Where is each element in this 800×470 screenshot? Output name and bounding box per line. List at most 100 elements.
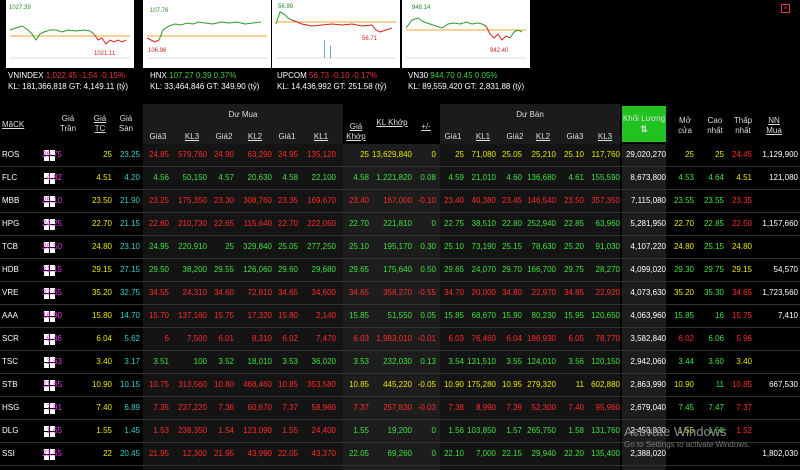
table-row[interactable]: HSG 7.91 7.40 6.89 7.35 237,220 7.36 60,670 7.37… — [0, 397, 800, 420]
col-buy-kl1[interactable]: KL1 — [306, 132, 336, 142]
cell-gk: 7.37 — [353, 403, 369, 412]
table-row[interactable]: MBB 25.10 23.50 21.90 23.25 175,350 23.30 308,7… — [0, 190, 800, 213]
cell-pm: 0.05 — [420, 311, 436, 320]
col-change[interactable]: +/- — [416, 122, 436, 132]
cell-s2: 22.80 — [501, 219, 522, 228]
col-kl-khop[interactable]: KL Khớp — [372, 118, 412, 128]
symbol-cell[interactable]: MBB — [0, 190, 40, 212]
col-mo-cua[interactable]: Mở cửa — [672, 116, 698, 136]
col-sell-gia1[interactable]: Giá1 — [440, 132, 466, 142]
cell-kk: 358,270 — [383, 288, 412, 297]
symbol-cell[interactable]: ROS — [0, 144, 40, 166]
col-buy-gia3[interactable]: Giá3 — [143, 132, 173, 142]
cell-k3: 7,500 — [186, 334, 207, 343]
col-sell-kl1[interactable]: KL1 — [470, 132, 496, 142]
cell-s2: 4.60 — [506, 173, 522, 182]
cell-k1: 135,120 — [307, 150, 336, 159]
col-sell-kl3[interactable]: KL3 — [592, 132, 618, 142]
cell-san: 3.17 — [124, 357, 140, 366]
cell-g1: 29.60 — [277, 265, 298, 274]
symbol-cell[interactable]: SSI — [0, 443, 40, 465]
cell-kk: 232,030 — [383, 357, 412, 366]
unit-label: (tỷ) — [116, 82, 129, 91]
cell-nn: 7,410 — [777, 311, 798, 320]
table-row[interactable]: TCB 26.50 24.80 23.10 24.95 220,910 25 329,840 2… — [0, 236, 800, 259]
symbol-cell[interactable]: ASM — [0, 466, 40, 470]
col-sell-gia3[interactable]: Giá3 — [562, 132, 588, 142]
cell-pm: -0.03 — [417, 403, 436, 412]
col-tran[interactable]: Giá Trần — [56, 114, 80, 134]
table-row[interactable]: STB 11.65 10.90 10.15 10.75 313,560 10.80 468,4… — [0, 374, 800, 397]
col-tc[interactable]: Giá TC — [88, 114, 112, 134]
cell-g2: 7.36 — [218, 403, 234, 412]
vn30-chart[interactable]: 948.14 942.40 — [402, 0, 530, 68]
symbol-cell[interactable]: STB — [0, 374, 40, 396]
col-sell-kl2[interactable]: KL2 — [530, 132, 556, 142]
symbol-cell[interactable]: FLC — [0, 167, 40, 189]
symbol-cell[interactable]: HDB — [0, 259, 40, 281]
cell-g3: 1.53 — [153, 426, 169, 435]
symbol-cell[interactable]: AAA — [0, 305, 40, 327]
col-nn-mua[interactable]: NN Mua — [760, 116, 788, 136]
hnx-chart[interactable]: 107.76 106.96 — [143, 0, 271, 68]
table-row[interactable]: ASM — [0, 466, 800, 470]
close-icon[interactable]: × — [781, 4, 790, 13]
col-cao-nhat[interactable]: Cao nhất — [702, 116, 728, 136]
cell-g1: 7.37 — [282, 403, 298, 412]
cell-san: 21.90 — [119, 196, 140, 205]
hnx-info: HNX 107.27 0.39 0.37% KL: 33,464,846 GT:… — [150, 70, 259, 92]
symbol-cell[interactable]: HSG — [0, 397, 40, 419]
symbol-cell[interactable]: HPG — [0, 213, 40, 235]
cell-s1: 22.10 — [443, 449, 464, 458]
col-san[interactable]: Giá Sàn — [114, 114, 138, 134]
vnindex-chart[interactable]: 1027.39 1021.11 — [6, 0, 134, 68]
cell-nn — [756, 190, 798, 212]
cell-pm — [414, 466, 436, 470]
cell-cao: 6.06 — [708, 334, 724, 343]
cell-k1: 29,680 — [311, 265, 336, 274]
col-khoi-luong[interactable]: Khối Lượng ⇅ — [622, 106, 666, 142]
cell-nn — [756, 420, 798, 442]
col-buy-gia2[interactable]: Giá2 — [209, 132, 239, 142]
cell-k2: 72,810 — [247, 288, 272, 297]
symbol-cell[interactable]: TSC — [0, 351, 40, 373]
index-value: 56.73 — [309, 71, 330, 80]
col-mack[interactable]: MãCK — [2, 120, 38, 130]
table-row[interactable]: HPG 24.25 22.70 21.15 22.60 210,730 22.65 115,6… — [0, 213, 800, 236]
upcom-chart[interactable]: 56.99 56.71 — [272, 0, 400, 68]
cell-k2: 8,310 — [251, 334, 272, 343]
cell-nn — [756, 351, 798, 373]
cell-k3: 238,350 — [178, 426, 207, 435]
table-row[interactable]: HDB 31.15 29.15 27.15 29.50 38,200 29.55 126,06… — [0, 259, 800, 282]
cell-sk3: 135,400 — [591, 449, 620, 458]
cell-s1: 15.85 — [443, 311, 464, 320]
index-gt: 2,831.88 — [479, 82, 511, 91]
table-row[interactable]: TSC 3.63 3.40 3.17 3.51 100 3.52 18,010 3.53 36,0… — [0, 351, 800, 374]
cell-san: 1.45 — [124, 426, 140, 435]
table-row[interactable]: ROS 26.75 25 23.25 24.85 579,760 24.90 63,290 24… — [0, 144, 800, 167]
vnindex-info: VNINDEX 1,022.45 -1.54 -0.15% KL: 181,36… — [8, 70, 128, 92]
table-row[interactable]: AAA 16.90 15.80 14.70 15.70 137,160 15.75 17,32… — [0, 305, 800, 328]
cell-k3 — [173, 466, 207, 470]
cell-sk3: 602,880 — [591, 380, 620, 389]
index-value: 944.70 — [430, 71, 455, 80]
kl-label: KL: — [150, 82, 163, 91]
index-kl: 14,436,992 — [291, 82, 332, 91]
table-row[interactable]: SCR 6.46 6.04 5.62 6 7,500 6.01 8,310 6.02 7,470 6… — [0, 328, 800, 351]
cell-vol: 3,582,840 — [630, 334, 666, 343]
symbol-cell[interactable]: SCR — [0, 328, 40, 350]
col-buy-kl2[interactable]: KL2 — [240, 132, 270, 142]
cell-kk: 69,260 — [387, 449, 412, 458]
symbol-cell[interactable]: DLG — [0, 420, 40, 442]
cell-s2: 29.70 — [501, 265, 522, 274]
col-sell-gia2[interactable]: Giá2 — [502, 132, 528, 142]
symbol-cell[interactable]: TCB — [0, 236, 40, 258]
col-gia-khop[interactable]: Giá Khớp — [343, 122, 369, 142]
table-row[interactable]: FLC 4.82 4.51 4.20 4.56 50,150 4.57 20,630 4.58 2… — [0, 167, 800, 190]
symbol-cell[interactable]: VRE — [0, 282, 40, 304]
cell-sk3: 120,150 — [591, 357, 620, 366]
table-row[interactable]: VRE 37.65 35.20 32.75 34.55 24,310 34.60 72,810… — [0, 282, 800, 305]
col-buy-gia1[interactable]: Giá1 — [272, 132, 302, 142]
col-thap-nhat[interactable]: Thấp nhất — [730, 116, 756, 136]
col-buy-kl3[interactable]: KL3 — [177, 132, 207, 142]
